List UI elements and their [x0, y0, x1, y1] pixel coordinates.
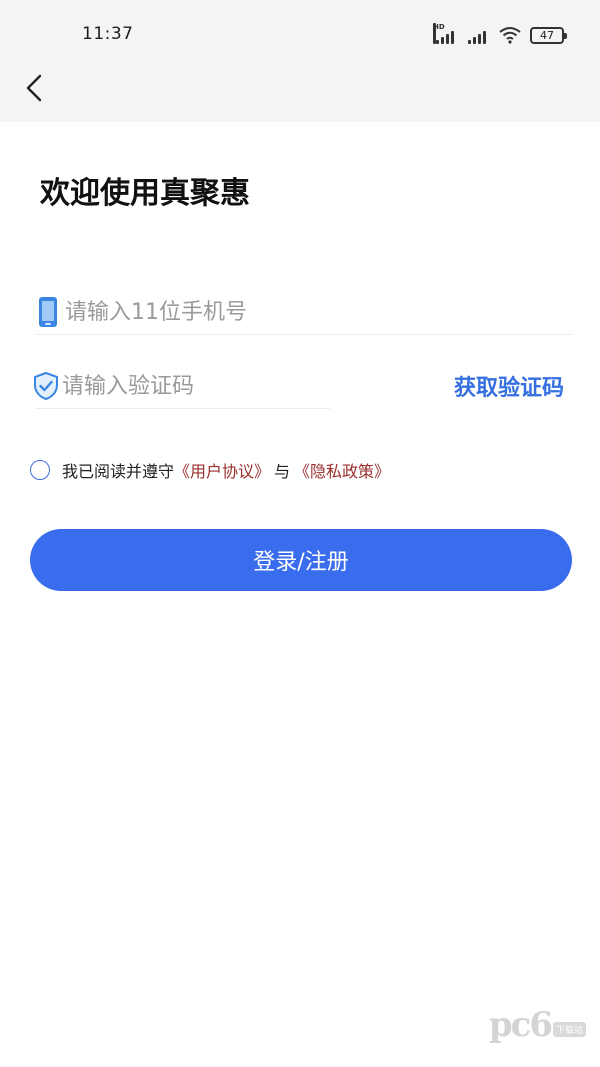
code-underline	[36, 408, 330, 409]
login-register-button[interactable]: 登录/注册	[30, 529, 572, 591]
battery-level: 47	[540, 28, 554, 42]
code-field	[32, 364, 332, 408]
battery-icon: 47	[530, 26, 567, 44]
wifi-icon	[499, 27, 521, 44]
login-screen: 11:37 HD 47 欢迎使用真聚惠 请输入11位手机号 请输入验证码 获取验…	[0, 0, 600, 1067]
phone-field	[32, 290, 572, 334]
agreement-row: 我已阅读并遵守 《用户协议》 与 《隐私政策》	[30, 458, 390, 482]
privacy-policy-link[interactable]: 《隐私政策》	[294, 458, 390, 482]
watermark: pc6 下载站	[489, 1005, 586, 1045]
status-time: 11:37	[82, 24, 134, 44]
header-area: 11:37 HD 47	[0, 0, 600, 122]
status-icons: HD 47	[433, 22, 567, 48]
agreement-conjunction: 与	[274, 462, 291, 481]
back-button[interactable]	[16, 70, 52, 106]
signal-hd-icon: HD	[433, 23, 458, 44]
chevron-left-icon	[26, 74, 42, 102]
watermark-tag: 下载站	[552, 1022, 586, 1037]
signal-icon	[466, 26, 490, 44]
agreement-checkbox[interactable]	[30, 460, 50, 480]
code-input[interactable]	[62, 373, 322, 399]
get-code-button[interactable]: 获取验证码	[454, 370, 564, 402]
mobile-phone-icon	[39, 297, 57, 327]
watermark-logo: pc6	[488, 1005, 553, 1045]
page-title: 欢迎使用真聚惠	[40, 176, 250, 211]
shield-check-icon	[34, 371, 58, 401]
user-agreement-link[interactable]: 《用户协议》	[174, 458, 270, 482]
phone-input[interactable]	[65, 299, 339, 325]
phone-underline	[36, 334, 572, 335]
agreement-prefix: 我已阅读并遵守	[62, 462, 175, 481]
